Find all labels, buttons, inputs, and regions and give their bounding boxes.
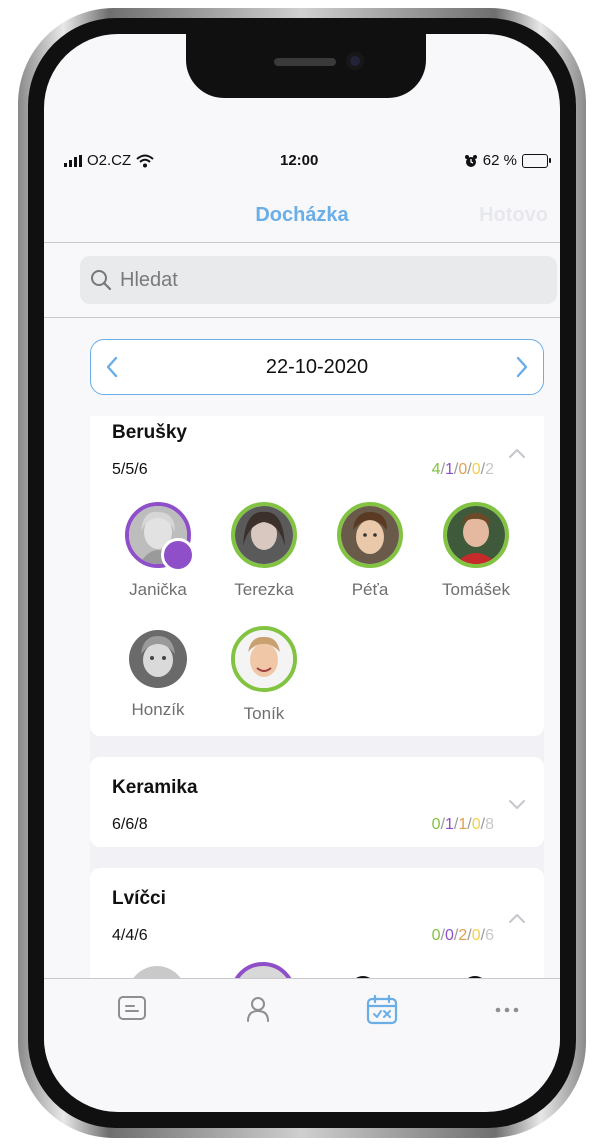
stat-absent: 2 <box>458 927 468 944</box>
person-icon[interactable] <box>245 995 271 1023</box>
clock: 12:00 <box>280 152 319 169</box>
child-photo <box>235 506 293 564</box>
chevron-up-icon[interactable] <box>508 447 526 459</box>
avatar <box>231 502 297 568</box>
child-item[interactable]: Terezka <box>214 502 314 600</box>
phone-frame: O2.CZ 12:00 62 % Docházka Hotovo Hledat … <box>18 8 586 1138</box>
calendar-check-icon[interactable] <box>366 995 398 1025</box>
group-card[interactable]: Lvíčci 4/4/6 0/0/2/0/6 <box>90 868 544 979</box>
selected-date[interactable]: 22-10-2020 <box>91 356 543 379</box>
child-photo <box>447 506 505 564</box>
group-name: Lvíčci <box>112 888 166 909</box>
avatar <box>231 626 297 692</box>
avatar <box>337 502 403 568</box>
chevron-up-icon[interactable] <box>508 912 526 924</box>
stat-total: 6 <box>485 927 494 944</box>
alarm-icon <box>464 154 477 167</box>
speaker <box>274 58 336 66</box>
group-card[interactable]: Keramika 6/6/8 0/1/1/0/8 <box>90 757 544 847</box>
stat-excused: 0 <box>445 927 454 944</box>
child-name: Terezka <box>234 580 294 599</box>
stat-late: 0 <box>471 816 481 833</box>
status-right: 62 % <box>464 152 551 169</box>
stat-present: 0 <box>431 927 441 944</box>
front-camera <box>346 52 364 70</box>
group-counts: 5/5/6 <box>112 461 148 478</box>
stat-absent: 1 <box>458 816 468 833</box>
signal-icon <box>64 154 82 167</box>
stat-total: 2 <box>485 461 494 478</box>
stat-late: 0 <box>471 461 481 478</box>
avatar[interactable] <box>230 962 296 979</box>
child-item[interactable]: Janička <box>108 502 208 600</box>
chevron-right-icon[interactable] <box>515 356 529 378</box>
tab-bar <box>44 978 560 1059</box>
screen: O2.CZ 12:00 62 % Docházka Hotovo Hledat … <box>44 34 560 1112</box>
notch <box>186 34 426 98</box>
stat-total: 8 <box>485 816 494 833</box>
battery-icon <box>522 153 551 168</box>
wifi-icon <box>136 154 154 167</box>
avatar <box>129 630 187 688</box>
divider <box>44 317 560 318</box>
child-item[interactable]: Toník <box>214 626 314 724</box>
child-name: Honzík <box>131 700 185 719</box>
group-stats: 4/1/0/0/2 <box>431 461 494 478</box>
stat-present: 4 <box>431 461 441 478</box>
stat-present: 0 <box>431 816 441 833</box>
child-item[interactable]: Honzík <box>108 626 208 720</box>
stat-excused: 1 <box>445 461 454 478</box>
chevron-down-icon[interactable] <box>508 799 526 811</box>
group-name: Berušky <box>112 422 187 443</box>
divider <box>44 242 560 243</box>
phone-bezel: O2.CZ 12:00 62 % Docházka Hotovo Hledat … <box>28 18 576 1128</box>
group-stats: 0/0/2/0/6 <box>431 927 494 944</box>
child-photo <box>341 506 399 564</box>
search-input[interactable] <box>118 267 522 293</box>
child-name: Toník <box>243 704 285 723</box>
excused-badge <box>161 538 195 572</box>
child-item[interactable]: Péťa <box>320 502 420 600</box>
date-picker: 22-10-2020 <box>90 339 544 395</box>
feed-icon[interactable] <box>117 995 147 1021</box>
battery-percent: 62 % <box>482 152 517 169</box>
group-counts: 6/6/8 <box>112 816 148 833</box>
search-icon <box>91 270 112 291</box>
group-card[interactable]: Berušky 5/5/6 4/1/0/0/2 Janička Terezka … <box>90 416 544 736</box>
stat-late: 0 <box>471 927 481 944</box>
child-name: Janička <box>129 580 187 599</box>
child-name: Tomášek <box>441 580 511 599</box>
child-photo <box>235 630 293 688</box>
done-button[interactable]: Hotovo <box>479 204 548 227</box>
group-counts: 4/4/6 <box>112 927 148 944</box>
search-bar[interactable] <box>80 256 557 304</box>
status-left: O2.CZ <box>64 152 154 169</box>
avatar <box>443 502 509 568</box>
status-bar: O2.CZ 12:00 62 % <box>44 152 560 176</box>
group-stats: 0/1/1/0/8 <box>431 816 494 833</box>
child-name: Péťa <box>351 580 389 599</box>
stat-excused: 1 <box>445 816 454 833</box>
avatar <box>125 502 195 572</box>
carrier-label: O2.CZ <box>87 152 132 169</box>
stat-absent: 0 <box>458 461 468 478</box>
group-list[interactable]: Berušky 5/5/6 4/1/0/0/2 Janička Terezka … <box>90 416 544 979</box>
group-name: Keramika <box>112 777 198 798</box>
child-item[interactable]: Tomášek <box>426 502 526 600</box>
more-icon[interactable] <box>495 1007 519 1013</box>
child-photo <box>129 630 187 688</box>
